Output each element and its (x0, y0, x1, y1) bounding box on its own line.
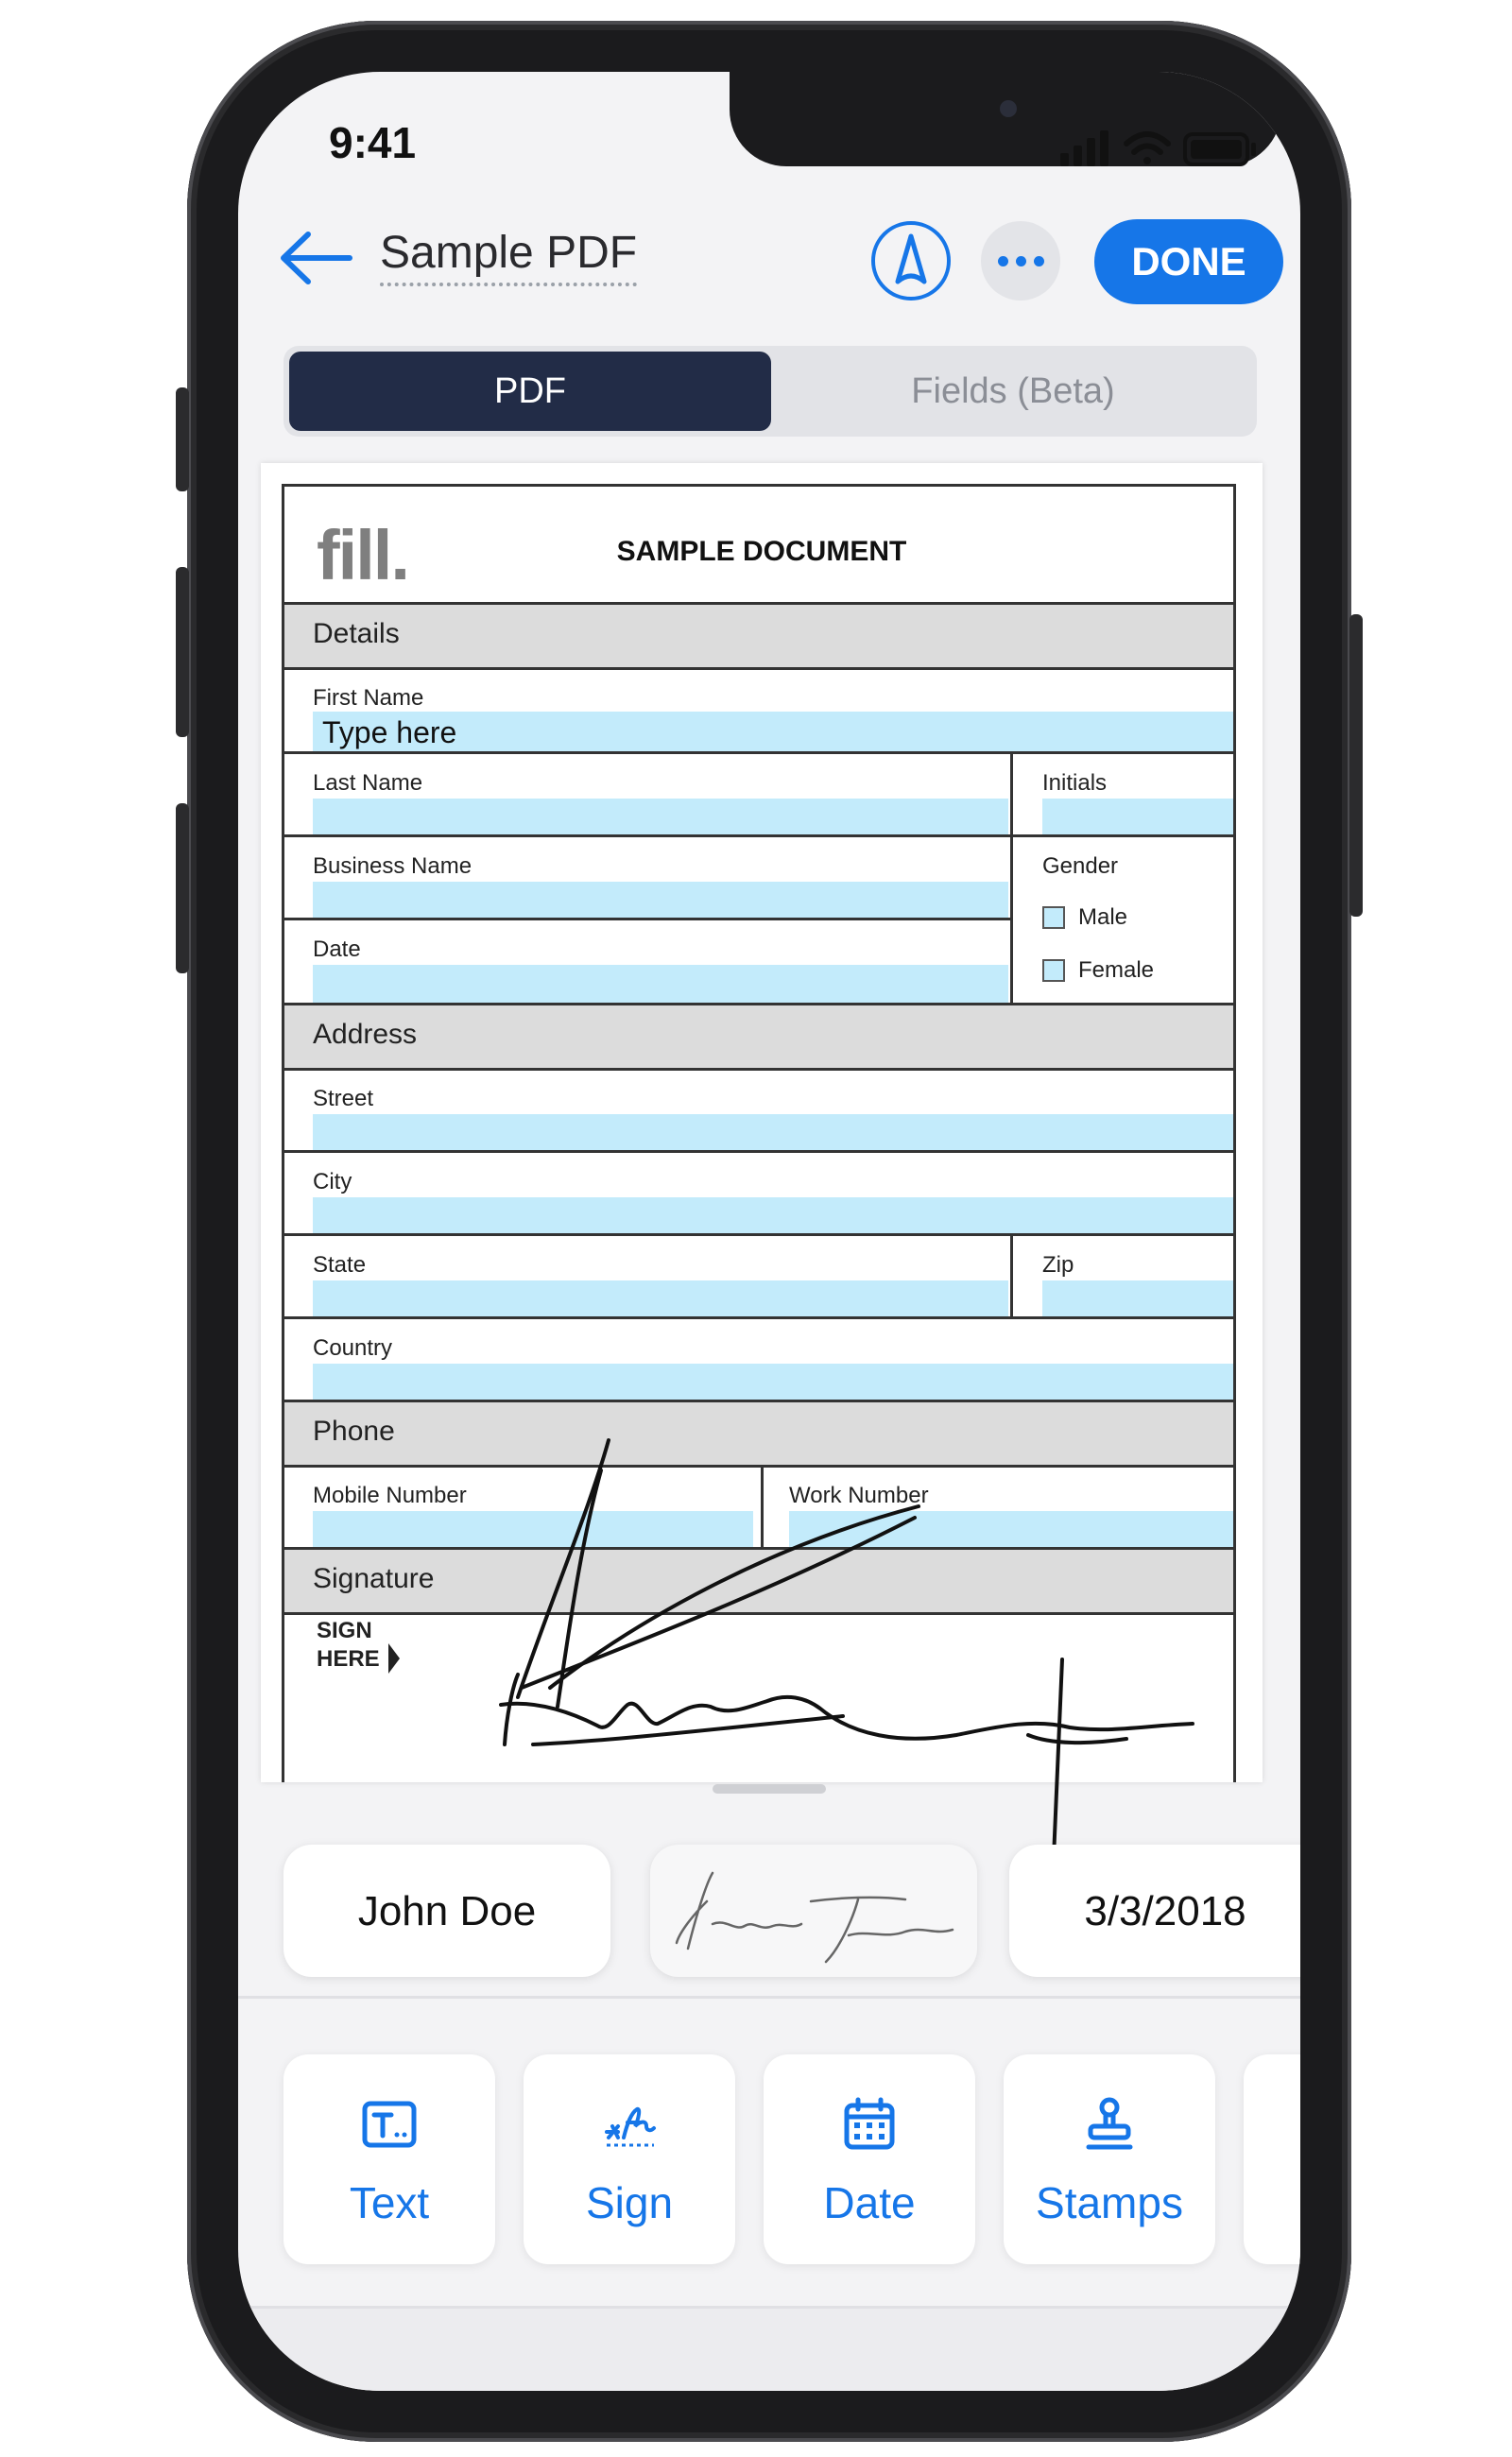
city-field[interactable] (313, 1197, 1233, 1233)
country-label: Country (313, 1335, 393, 1361)
country-field[interactable] (313, 1364, 1233, 1400)
calendar-icon (844, 2097, 895, 2150)
tab-pdf[interactable]: PDF (289, 352, 771, 431)
first-name-label: First Name (313, 685, 424, 711)
text-tool-label: Text (349, 2178, 430, 2227)
wifi-icon (1124, 131, 1171, 164)
text-box-icon (362, 2101, 417, 2148)
city-label: City (313, 1169, 352, 1194)
business-name-label: Business Name (313, 853, 472, 879)
text-tool-button[interactable]: Text (284, 2054, 495, 2264)
document-heading: SAMPLE DOCUMENT (616, 536, 907, 567)
more-tools-button[interactable] (1244, 2054, 1300, 2264)
last-name-field[interactable] (313, 799, 1008, 834)
battery-icon (1183, 132, 1256, 166)
date-tool-label: Date (823, 2178, 916, 2227)
tab-fields-beta[interactable]: Fields (Beta) (775, 352, 1251, 431)
column-divider (1010, 751, 1013, 1008)
ellipsis-dot (1016, 256, 1026, 266)
ellipsis-icon (998, 256, 1008, 266)
mute-switch (176, 387, 189, 491)
business-name-field[interactable] (313, 882, 1008, 918)
done-button[interactable]: DONE (1094, 219, 1283, 304)
initials-label: Initials (1042, 770, 1108, 796)
back-arrow-icon[interactable] (276, 225, 361, 291)
bottom-panel (238, 2306, 1300, 2391)
divider (284, 1233, 1233, 1236)
quick-fill-date: 3/3/2018 (1084, 1888, 1246, 1934)
signature-icon (605, 2106, 656, 2147)
section-details: Details (284, 602, 1233, 670)
female-label: Female (1078, 957, 1155, 983)
status-icons (1060, 130, 1256, 166)
power-button (1349, 614, 1363, 917)
signature-thumbnail (675, 1871, 954, 1964)
gender-label: Gender (1042, 853, 1119, 879)
divider (284, 1150, 1233, 1153)
quick-fill-signature-chip[interactable] (650, 1845, 977, 1977)
zip-label: Zip (1042, 1252, 1074, 1278)
date-tool-button[interactable]: Date (764, 2054, 975, 2264)
divider (284, 918, 1010, 920)
quick-fill-name-chip[interactable]: John Doe (284, 1845, 610, 1977)
initials-field[interactable] (1042, 799, 1233, 834)
segmented-control: PDF Fields (Beta) (284, 346, 1257, 437)
divider (284, 751, 1233, 754)
divider (238, 1996, 1300, 1999)
first-name-value: Type here (322, 715, 457, 749)
divider (284, 834, 1233, 837)
sign-tool-button[interactable]: Sign (524, 2054, 735, 2264)
state-label: State (313, 1252, 367, 1278)
section-address: Address (284, 1003, 1233, 1071)
date-field[interactable] (313, 965, 1008, 1003)
quick-fill-date-chip[interactable]: 3/3/2018 (1009, 1845, 1300, 1977)
street-label: Street (313, 1086, 374, 1111)
volume-up-button (176, 567, 189, 737)
female-checkbox[interactable] (1042, 959, 1065, 982)
signal-icon (1060, 130, 1108, 166)
screen: 9:41 Sample PDF DONE PDF Fields (Beta) f… (238, 72, 1300, 2391)
status-time: 9:41 (329, 118, 417, 167)
state-field[interactable] (313, 1280, 1008, 1316)
zip-field[interactable] (1042, 1280, 1233, 1316)
stamps-tool-button[interactable]: Stamps (1004, 2054, 1215, 2264)
column-divider (1010, 1233, 1013, 1316)
male-label: Male (1078, 904, 1128, 930)
divider (284, 1316, 1233, 1319)
last-name-label: Last Name (313, 770, 423, 796)
stamps-tool-label: Stamps (1036, 2178, 1183, 2227)
more-button[interactable] (981, 221, 1060, 301)
street-field[interactable] (313, 1114, 1233, 1150)
volume-down-button (176, 803, 189, 973)
ellipsis-dot (1034, 256, 1044, 266)
stamp-icon (1086, 2097, 1133, 2150)
section-label: Address (313, 1019, 418, 1050)
sheet-grabber[interactable] (713, 1784, 826, 1794)
document-title[interactable]: Sample PDF (380, 227, 638, 286)
date-label: Date (313, 936, 361, 962)
sign-tool-label: Sign (585, 2178, 674, 2227)
section-label: Details (313, 618, 400, 649)
pen-button[interactable] (871, 221, 951, 301)
first-name-field[interactable]: Type here (313, 712, 1233, 751)
male-checkbox[interactable] (1042, 906, 1065, 929)
pen-nib-icon (895, 233, 927, 284)
camera-icon (1000, 100, 1017, 117)
quick-fill-name: John Doe (357, 1888, 537, 1934)
